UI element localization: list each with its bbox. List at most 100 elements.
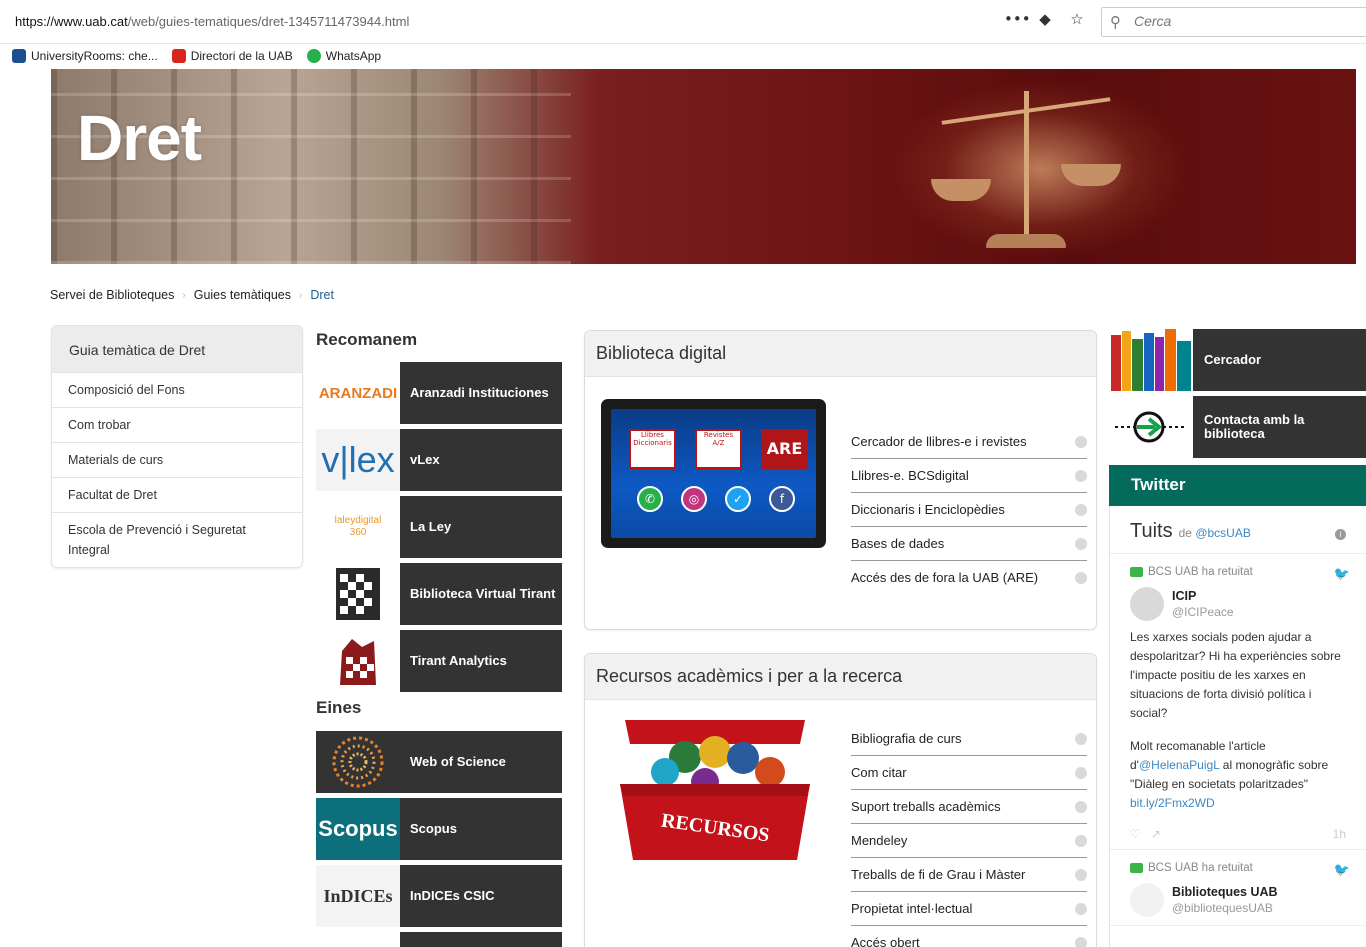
cercador-button[interactable]: Cercador — [1109, 329, 1366, 391]
tirant-logo — [316, 563, 400, 625]
tablet-illustration[interactable]: Llibres Diccionaris Revistes A/Z ARE ✆ ◎… — [601, 399, 826, 548]
biblioteca-digital-panel: Biblioteca digital Llibres Diccionaris R… — [584, 330, 1097, 630]
timeline-title: Tuits — [1130, 520, 1173, 542]
twitter-heading: Twitter — [1109, 465, 1366, 506]
retweet-icon — [1130, 863, 1143, 873]
sidebar-item-facultat[interactable]: Facultat de Dret — [52, 477, 302, 512]
link-acces-obert[interactable]: Accés obert — [851, 926, 1087, 947]
sidebar-item-materials[interactable]: Materials de curs — [52, 442, 302, 477]
tweet: BCS UAB ha retuitat 🐦 Biblioteques UAB @… — [1110, 850, 1366, 926]
tweet-author[interactable]: ICIP @ICIPeace — [1130, 587, 1346, 621]
whatsapp-icon — [306, 49, 321, 63]
search-input[interactable] — [1134, 13, 1334, 29]
avatar — [1130, 587, 1164, 621]
chevron-right-icon: › — [299, 289, 303, 301]
bookmark-directori-uab[interactable]: Directori de la UAB — [171, 49, 293, 63]
sidebar-item-escola[interactable]: Escola de Prevenció i Seguretat Integral — [52, 512, 302, 567]
twitter-bird-icon[interactable]: 🐦 — [1334, 862, 1350, 878]
resource-indices-csic[interactable]: InDICEs InDICEs CSIC — [316, 865, 562, 927]
browser-toolbar: https://www.uab.cat/web/guies-tematiques… — [0, 0, 1366, 44]
bookmarks-bar: UniversityRooms: che... Directori de la … — [0, 44, 1366, 68]
info-icon — [1075, 503, 1087, 516]
recomanem-heading: Recomanem — [316, 330, 418, 349]
tweet-time[interactable]: 1h — [1333, 827, 1346, 841]
link-treballs-fi[interactable]: Treballs de fi de Grau i Màster — [851, 858, 1087, 892]
link-cercador-llibres[interactable]: Cercador de llibres-e i revistes — [851, 425, 1087, 459]
info-icon — [1075, 902, 1087, 915]
facebook-icon: f — [769, 486, 795, 512]
chevron-right-icon: › — [182, 289, 186, 301]
recursos-panel: Recursos acadèmics i per a la recerca RE… — [584, 653, 1097, 947]
twitter-icon: ✓ — [725, 486, 751, 512]
laley-logo: laleydigital 360 — [316, 496, 400, 558]
link-diccionaris[interactable]: Diccionaris i Enciclopèdies — [851, 493, 1087, 527]
browser-search-box[interactable]: ⚲ — [1101, 7, 1366, 37]
link-suport-treballs[interactable]: Suport treballs acadèmics — [851, 790, 1087, 824]
link-acces-fora[interactable]: Accés des de fora la UAB (ARE) — [851, 561, 1087, 594]
info-icon — [1075, 732, 1087, 745]
bookmark-universityrooms[interactable]: UniversityRooms: che... — [12, 49, 158, 63]
page-banner: Dret — [51, 69, 1356, 264]
books-icon — [1109, 329, 1193, 391]
twitter-timeline: Tuits de @bcsUAB i BCS UAB ha retuitat 🐦… — [1109, 506, 1366, 947]
link-bases-dades[interactable]: Bases de dades — [851, 527, 1087, 561]
breadcrumb-current: Dret — [310, 288, 334, 302]
mortarboard-icon — [316, 932, 400, 947]
page-title: Dret — [77, 102, 202, 174]
link-mendeley[interactable]: Mendeley — [851, 824, 1087, 858]
timeline-account-link[interactable]: @bcsUAB — [1195, 526, 1251, 540]
whatsapp-icon: ✆ — [637, 486, 663, 512]
link-com-citar[interactable]: Com citar — [851, 756, 1087, 790]
page-actions-menu-icon[interactable]: ••• — [1004, 10, 1031, 28]
breadcrumb-guies[interactable]: Guies temàtiques — [194, 288, 291, 302]
resource-biblioteca-virtual-tirant[interactable]: Biblioteca Virtual Tirant — [316, 563, 562, 625]
like-icon[interactable]: ♡ ↗ — [1130, 827, 1161, 841]
info-icon — [1075, 435, 1087, 448]
link-llibres-e[interactable]: Llibres-e. BCSdigital — [851, 459, 1087, 493]
bookmark-star-icon[interactable]: ☆ — [1068, 10, 1086, 28]
instagram-icon: ◎ — [681, 486, 707, 512]
universityrooms-icon — [12, 49, 26, 63]
address-bar[interactable]: https://www.uab.cat/web/guies-tematiques… — [15, 14, 409, 29]
scopus-logo: Scopus — [316, 798, 400, 860]
info-icon — [1075, 834, 1087, 847]
info-icon — [1075, 571, 1087, 584]
sidebar-title[interactable]: Guia temàtica de Dret — [52, 326, 302, 372]
info-icon — [1075, 868, 1087, 881]
link-bibliografia[interactable]: Bibliografia de curs — [851, 722, 1087, 756]
twitter-bird-icon[interactable]: 🐦 — [1334, 566, 1350, 582]
sidebar-item-composicio[interactable]: Composició del Fons — [52, 372, 302, 407]
mention-link[interactable]: @HelenaPuigL — [1139, 758, 1219, 772]
pocket-icon[interactable]: ◆ — [1036, 10, 1054, 28]
info-icon — [1075, 469, 1087, 482]
resource-next[interactable] — [316, 932, 562, 947]
resource-la-ley[interactable]: laleydigital 360 La Ley — [316, 496, 562, 558]
contacta-button[interactable]: Contacta amb la biblioteca — [1109, 396, 1366, 458]
link-propietat[interactable]: Propietat intel·lectual — [851, 892, 1087, 926]
are-tile: ARE — [761, 429, 808, 469]
indices-csic-logo: InDICEs — [316, 865, 400, 927]
breadcrumb-servei[interactable]: Servei de Biblioteques — [50, 288, 174, 302]
sidebar-item-com-trobar[interactable]: Com trobar — [52, 407, 302, 442]
avatar — [1130, 883, 1164, 917]
resource-scopus[interactable]: Scopus Scopus — [316, 798, 562, 860]
tweet-author[interactable]: Biblioteques UAB @bibliotequesUAB — [1130, 883, 1346, 917]
web-of-science-logo — [316, 731, 400, 793]
tweet: BCS UAB ha retuitat 🐦 ICIP @ICIPeace Les… — [1110, 554, 1366, 850]
resource-aranzadi[interactable]: ARANZADI Aranzadi Instituciones — [316, 362, 562, 424]
toolbox-illustration[interactable]: RECURSOS — [615, 712, 815, 862]
info-icon — [1075, 936, 1087, 947]
resource-vlex[interactable]: v|lex vLex — [316, 429, 562, 491]
contact-icon — [1109, 396, 1193, 458]
search-icon: ⚲ — [1110, 13, 1121, 31]
bookmark-whatsapp[interactable]: WhatsApp — [306, 49, 381, 63]
tweet-url-link[interactable]: bit.ly/2Fmx2WD — [1130, 796, 1215, 810]
info-icon[interactable]: i — [1335, 529, 1346, 540]
resource-web-of-science[interactable]: Web of Science — [316, 731, 562, 793]
recursos-title: Recursos acadèmics i per a la recerca — [585, 654, 1096, 700]
directori-icon — [171, 49, 186, 63]
biblioteca-digital-title: Biblioteca digital — [585, 331, 1096, 377]
tweet-text-2: Molt recomanable l'article d'@HelenaPuig… — [1130, 739, 1329, 810]
resource-tirant-analytics[interactable]: Tirant Analytics — [316, 630, 562, 692]
info-icon — [1075, 766, 1087, 779]
